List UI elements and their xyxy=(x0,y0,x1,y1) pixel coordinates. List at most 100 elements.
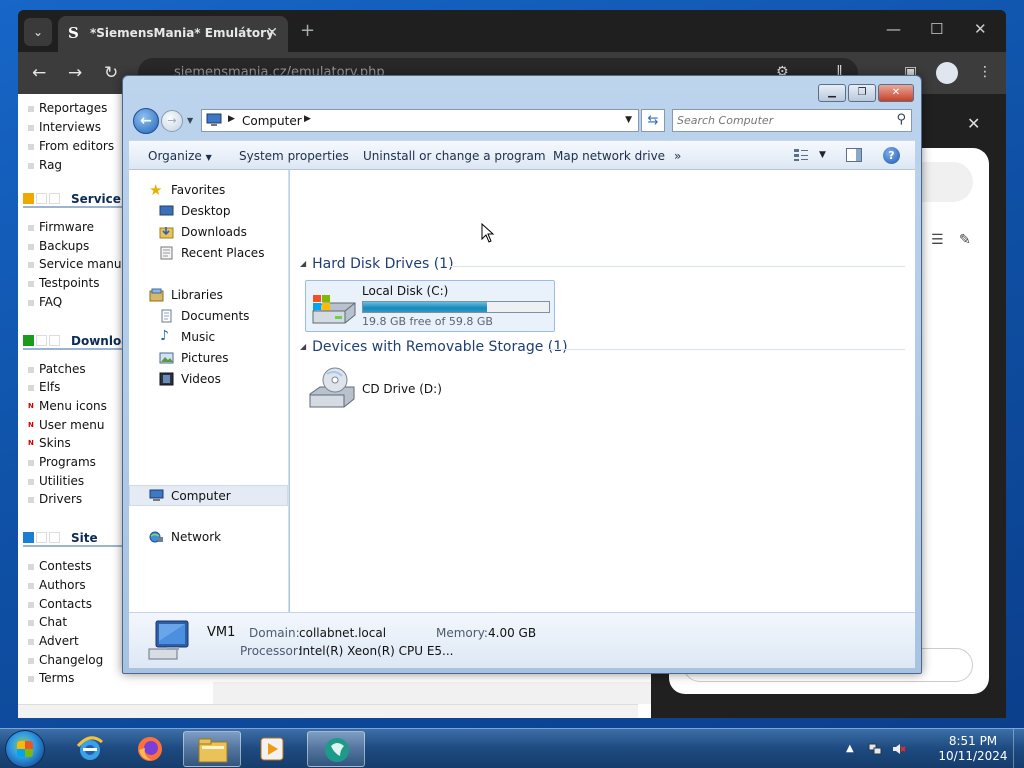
search-icon[interactable]: ⚲ xyxy=(896,112,906,127)
site-nav-link[interactable]: N Skins xyxy=(28,436,71,450)
search-box[interactable]: ⚲ xyxy=(672,109,912,132)
processor-value: Intel(R) Xeon(R) CPU E5... xyxy=(299,644,454,658)
site-nav-link[interactable]: Service manual xyxy=(27,257,132,271)
browser-maximize-button[interactable]: ☐ xyxy=(930,20,943,38)
site-nav-link-label: Drivers xyxy=(39,492,83,507)
browser-tab[interactable]: S *SiemensMania* Emulátory ✕ xyxy=(58,16,288,52)
nav-libraries[interactable]: Libraries xyxy=(129,285,288,306)
site-nav-link[interactable]: N Menu icons xyxy=(28,399,107,413)
organize-button[interactable]: Organize ▼ xyxy=(148,149,212,163)
uninstall-program-button[interactable]: Uninstall or change a program xyxy=(363,149,546,163)
site-nav-link[interactable]: FAQ xyxy=(27,295,62,309)
browser-minimize-button[interactable]: — xyxy=(886,20,901,38)
site-nav-link[interactable]: Testpoints xyxy=(28,276,100,290)
tab-close-icon[interactable]: ✕ xyxy=(266,25,278,41)
refresh-button[interactable]: ⇆ xyxy=(641,109,665,132)
site-nav-link[interactable]: Terms xyxy=(27,671,74,685)
nav-pictures[interactable]: Pictures xyxy=(129,348,288,369)
site-nav-link[interactable]: Advert xyxy=(28,634,79,648)
nav-recent-places[interactable]: Recent Places xyxy=(129,243,288,264)
site-nav-link[interactable]: Chat xyxy=(27,615,67,629)
back-button[interactable]: ← xyxy=(133,108,159,134)
site-nav-link[interactable]: Interviews xyxy=(27,120,101,134)
minimize-button[interactable]: ▁ xyxy=(818,84,846,102)
site-nav-link[interactable]: Patches xyxy=(28,362,86,376)
nav-libraries-label: Libraries xyxy=(171,288,223,302)
show-hidden-icons-icon[interactable]: ▲ xyxy=(846,743,854,754)
downloads-folder-icon xyxy=(159,227,174,239)
site-nav-link[interactable]: Authors xyxy=(28,578,86,592)
local-disk-c-item[interactable]: Local Disk (C:) 19.8 GB free of 59.8 GB xyxy=(305,280,555,332)
taskbar-clock[interactable]: 8:51 PM 10/11/2024 xyxy=(930,734,1016,764)
site-nav-link[interactable]: Utilities xyxy=(27,474,84,488)
cd-drive-d-item[interactable]: CD Drive (D:) xyxy=(304,364,454,412)
browser-close-button[interactable]: ✕ xyxy=(974,20,987,38)
horizontal-scrollbar[interactable] xyxy=(18,704,638,718)
list-view-icon[interactable]: ☰ xyxy=(931,232,944,248)
site-nav-link[interactable]: Changelog xyxy=(27,653,103,667)
taskbar-windows-explorer[interactable] xyxy=(183,731,241,767)
collapse-triangle-icon: ◢ xyxy=(300,342,307,351)
address-dropdown-icon[interactable]: ▼ xyxy=(625,115,632,125)
nav-documents[interactable]: Documents xyxy=(129,306,288,327)
site-nav-link[interactable]: Contacts xyxy=(28,597,92,611)
change-view-icon[interactable] xyxy=(793,148,809,162)
view-options-dropdown-icon[interactable]: ▼ xyxy=(819,150,826,160)
breadcrumb-computer[interactable]: Computer xyxy=(242,114,302,128)
section-color-square-icon xyxy=(23,532,34,544)
browser-reload-button[interactable]: ↻ xyxy=(104,63,118,83)
taskbar-chrome-active[interactable] xyxy=(307,731,365,767)
start-button[interactable] xyxy=(5,730,45,768)
edit-pencil-icon[interactable]: ✎ xyxy=(959,232,971,248)
volume-muted-icon[interactable] xyxy=(892,742,906,756)
close-button[interactable]: ✕ xyxy=(878,84,914,102)
browser-tab-strip: ⌄ S *SiemensMania* Emulátory ✕ + — ☐ ✕ xyxy=(18,10,1006,52)
site-nav-link[interactable]: Programs xyxy=(28,455,96,469)
site-nav-link[interactable]: From editors xyxy=(27,139,114,153)
more-commands-button[interactable]: » xyxy=(674,149,681,163)
breadcrumb-separator-icon[interactable]: ▶ xyxy=(228,114,235,124)
site-nav-link[interactable]: Contests xyxy=(28,559,92,573)
maximize-button[interactable]: ❐ xyxy=(848,84,876,102)
taskbar-firefox[interactable] xyxy=(122,731,180,767)
section-square-icon xyxy=(49,193,60,204)
nav-videos[interactable]: Videos xyxy=(129,369,288,390)
system-properties-button[interactable]: System properties xyxy=(239,149,349,163)
breadcrumb-separator-icon[interactable]: ▶ xyxy=(304,114,311,124)
group-header-removable[interactable]: ◢ Devices with Removable Storage (1) xyxy=(300,339,568,355)
forward-button[interactable]: → xyxy=(161,110,183,132)
site-nav-link[interactable]: Firmware xyxy=(28,220,94,234)
nav-downloads[interactable]: Downloads xyxy=(129,222,288,243)
nav-network[interactable]: Network xyxy=(129,527,288,548)
site-nav-link[interactable]: Elfs xyxy=(27,380,60,394)
search-input[interactable] xyxy=(677,112,887,129)
computer-name: VM1 xyxy=(207,625,236,640)
browser-menu-icon[interactable]: ⋮ xyxy=(978,64,992,80)
profile-avatar[interactable] xyxy=(936,62,958,84)
site-nav-link[interactable]: N User menu xyxy=(28,418,104,432)
nav-favorites[interactable]: ★ Favorites xyxy=(129,180,288,201)
site-nav-link[interactable]: Backups xyxy=(27,239,89,253)
map-network-drive-button[interactable]: Map network drive xyxy=(553,149,665,163)
browser-back-button[interactable]: ← xyxy=(32,63,46,83)
nav-music[interactable]: ♪ Music xyxy=(129,327,288,348)
new-tab-button[interactable]: + xyxy=(300,20,315,41)
new-badge-icon: N xyxy=(28,439,34,448)
site-nav-link[interactable]: Reportages xyxy=(27,101,107,115)
taskbar-internet-explorer[interactable] xyxy=(62,731,120,767)
site-nav-link[interactable]: Rag xyxy=(27,158,62,172)
address-bar[interactable]: ▶ Computer ▶ ▼ xyxy=(201,109,639,132)
preview-pane-icon[interactable] xyxy=(846,148,862,162)
nav-desktop[interactable]: Desktop xyxy=(129,201,288,222)
group-header-hard-disk[interactable]: ◢ Hard Disk Drives (1) xyxy=(300,256,454,272)
nav-computer[interactable]: Computer xyxy=(129,485,288,506)
side-panel-close-icon[interactable]: ✕ xyxy=(967,114,980,133)
site-nav-link[interactable]: Drivers xyxy=(27,492,83,507)
taskbar-media-player[interactable] xyxy=(244,731,302,767)
browser-forward-button[interactable]: → xyxy=(68,63,82,83)
show-desktop-button[interactable] xyxy=(1013,729,1024,768)
help-icon[interactable]: ? xyxy=(883,147,900,164)
tab-search-button[interactable]: ⌄ xyxy=(24,18,52,46)
network-tray-icon[interactable] xyxy=(868,742,882,756)
recent-pages-dropdown[interactable]: ▼ xyxy=(187,116,193,125)
